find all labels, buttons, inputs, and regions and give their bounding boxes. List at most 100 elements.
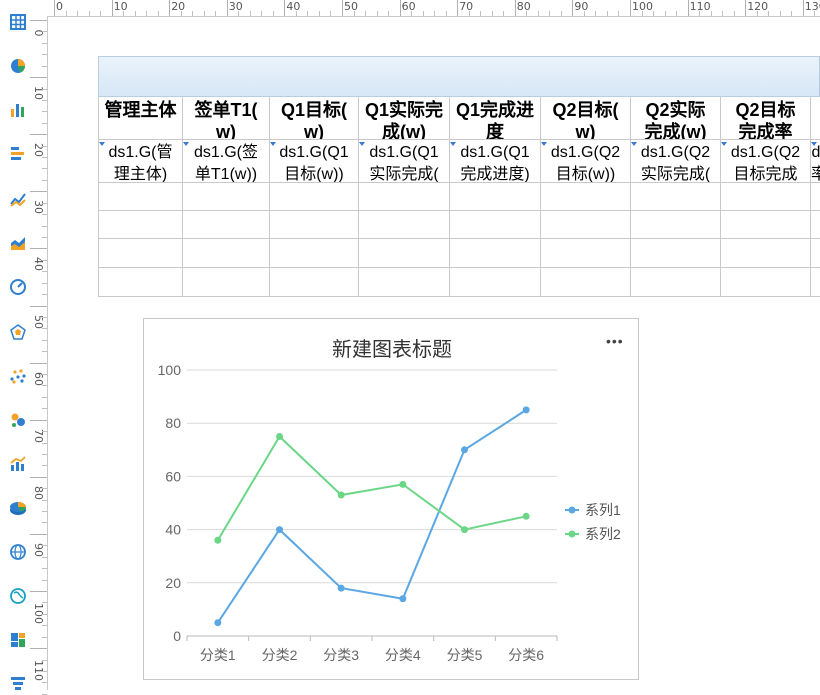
table-header-cell[interactable]: 管理主体 bbox=[99, 97, 182, 139]
ruler-minor-tick bbox=[365, 11, 367, 16]
map-chart-icon[interactable] bbox=[9, 543, 27, 561]
ruler-tick-label: 130 bbox=[804, 0, 820, 13]
chart-widget[interactable]: 新建图表标题 bbox=[143, 318, 639, 680]
header-text-line: Q1完成进 bbox=[455, 100, 534, 120]
table-data-cell[interactable]: ds1.G(签 单T1(w)) bbox=[183, 140, 269, 182]
cell-text-line: 理主体) bbox=[113, 166, 168, 182]
table-gridline bbox=[98, 210, 820, 211]
ruler-tick bbox=[630, 0, 631, 16]
report-title-cell[interactable] bbox=[98, 56, 820, 97]
table-header-cell[interactable]: Q2目标(w) bbox=[541, 97, 630, 139]
ruler-minor-tick bbox=[42, 122, 47, 124]
ruler-minor-tick bbox=[699, 11, 701, 16]
table-data-cell[interactable]: ds1.G(Q2 目标(w)) bbox=[541, 140, 630, 182]
ruler-minor-tick bbox=[42, 99, 47, 101]
ruler-tick-label: 60 bbox=[401, 0, 416, 13]
ruler-minor-tick bbox=[411, 11, 413, 16]
table-gridline bbox=[98, 267, 820, 268]
header-text-line: 度 bbox=[486, 122, 504, 139]
cell-text-line: ds1.G(Q2 bbox=[730, 144, 801, 161]
bar-chart-icon[interactable] bbox=[9, 101, 27, 119]
ruler-minor-tick bbox=[42, 522, 47, 524]
table-header-cell[interactable]: Q2实际 完成(w) bbox=[631, 97, 720, 139]
table-header-cell[interactable]: 签单T1(w) bbox=[183, 97, 269, 139]
ruler-minor-tick bbox=[42, 179, 47, 181]
ruler-tick bbox=[226, 0, 228, 16]
ruler-minor-tick bbox=[42, 271, 47, 273]
pie-chart-icon[interactable] bbox=[9, 57, 27, 75]
header-text-line: 签单T1( bbox=[194, 100, 258, 120]
scatter-chart-icon[interactable] bbox=[9, 367, 27, 385]
bubble-chart-icon[interactable] bbox=[9, 411, 27, 429]
ruler-minor-tick bbox=[42, 511, 47, 513]
cell-text-line: ds1.G(Q1 bbox=[460, 144, 530, 161]
cell-text-line: ds1.G(Q2 bbox=[640, 144, 711, 161]
ruler-minor-tick bbox=[42, 625, 47, 627]
ruler-minor-tick bbox=[42, 259, 47, 261]
area-chart-icon[interactable] bbox=[9, 234, 27, 252]
chart-title: 新建图表标题 bbox=[332, 339, 452, 361]
ruler-tick bbox=[342, 0, 343, 16]
expand-arrow-icon bbox=[450, 142, 456, 146]
gauge-chart-icon[interactable] bbox=[9, 278, 27, 296]
expand-arrow-icon bbox=[541, 142, 547, 146]
table-data-cell[interactable]: ds1.G(管 理主体) bbox=[99, 140, 182, 182]
ruler-tick-label: 30 bbox=[228, 0, 243, 13]
table-header-cell[interactable]: Q1完成进度 bbox=[450, 97, 540, 139]
cell-text-line: ds1.G(Q1 bbox=[369, 144, 439, 161]
table-gridline bbox=[98, 238, 820, 239]
table-data-cell[interactable]: ds1.G(Q1 实际完成( bbox=[359, 140, 449, 182]
treemap-chart-icon[interactable] bbox=[9, 631, 27, 649]
ruler-tick bbox=[30, 533, 47, 535]
table-data-cell[interactable]: ds1.G(Q2 实际完成( bbox=[631, 140, 720, 182]
cell-text-line: ds1.G(Q2 bbox=[550, 144, 621, 161]
table-data-cell[interactable]: ds1.G(Q2 目标完成 bbox=[721, 140, 810, 182]
ruler-minor-tick bbox=[560, 11, 562, 16]
table-header-cell[interactable]: Q1实际完 成(w) bbox=[359, 97, 449, 139]
ruler-tick-label: 10 bbox=[113, 0, 128, 13]
ruler-tick bbox=[514, 0, 516, 16]
gis-map-icon[interactable] bbox=[9, 587, 27, 605]
ruler-minor-tick bbox=[606, 11, 608, 16]
ruler-minor-tick bbox=[422, 11, 424, 16]
ruler-tick-label: 20 bbox=[171, 0, 186, 13]
ruler-minor-tick bbox=[42, 282, 47, 284]
ruler-tick bbox=[457, 0, 459, 16]
ruler-minor-tick bbox=[77, 11, 79, 16]
combo-chart-icon[interactable] bbox=[9, 455, 27, 473]
ruler-minor-tick bbox=[42, 408, 47, 410]
3d-pie-chart-icon[interactable] bbox=[9, 499, 27, 517]
ruler-minor-tick bbox=[42, 556, 47, 558]
radar-chart-icon[interactable] bbox=[9, 323, 27, 341]
cell-text-line: ds1.G(签 bbox=[193, 144, 259, 161]
ruler-minor-tick bbox=[583, 11, 585, 16]
horizontal-bar-chart-icon[interactable] bbox=[9, 145, 27, 163]
ruler-tick-label: 80 bbox=[516, 0, 531, 13]
table-header-cell[interactable]: Q2目标 完成率 bbox=[721, 97, 810, 139]
ruler-tick bbox=[30, 20, 47, 21]
ruler-tick-label: 40 bbox=[286, 0, 301, 13]
table-data-cell[interactable]: ds1.G(Q1 目标(w)) bbox=[270, 140, 358, 182]
ruler-minor-tick bbox=[192, 11, 194, 16]
more-options-icon[interactable]: ••• bbox=[606, 333, 624, 349]
funnel-chart-icon[interactable] bbox=[9, 674, 27, 692]
ruler-minor-tick bbox=[42, 111, 47, 113]
table-data-cell[interactable]: d率 bbox=[811, 140, 820, 182]
ruler-minor-tick bbox=[353, 11, 355, 16]
ruler-minor-tick bbox=[134, 11, 136, 16]
table-gridline bbox=[98, 182, 820, 183]
table-data-cell[interactable]: ds1.G(Q1 完成进度) bbox=[450, 140, 540, 182]
table-chart-icon[interactable] bbox=[9, 13, 27, 31]
ruler-minor-tick bbox=[42, 465, 47, 467]
ruler-minor-tick bbox=[814, 11, 816, 16]
horizontal-ruler: 0102030405060708090100110120130 bbox=[47, 0, 820, 17]
cell-text-line: 率 bbox=[811, 166, 820, 182]
ruler-minor-tick bbox=[664, 11, 666, 16]
ruler-minor-tick bbox=[42, 88, 47, 90]
ruler-minor-tick bbox=[537, 11, 539, 16]
line-chart-icon[interactable] bbox=[9, 190, 27, 208]
ruler-minor-tick bbox=[42, 385, 47, 387]
ruler-minor-tick bbox=[42, 670, 47, 672]
ruler-tick-label: 110 bbox=[32, 660, 45, 682]
table-header-cell[interactable]: Q1目标(w) bbox=[270, 97, 358, 139]
